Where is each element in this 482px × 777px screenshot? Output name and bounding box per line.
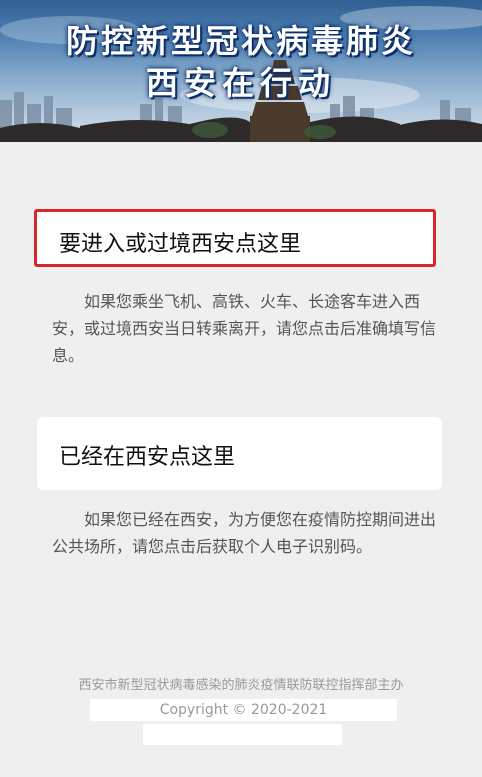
footer-blank-box [143,724,342,745]
enter-or-transit-label: 要进入或过境西安点这里 [59,232,302,257]
footer-organizer: 西安市新型冠状病毒感染的肺炎疫情联防联控指挥部主办 [78,678,404,693]
enter-or-transit-button[interactable]: 要进入或过境西安点这里 [34,209,436,267]
enter-or-transit-description: 如果您乘坐飞机、高铁、火车、长途客车进入西安，或过境西安当日转乘离开，请您点击后… [52,292,437,365]
already-in-xian-label: 已经在西安点这里 [59,445,236,470]
header-banner: 防控新型冠状病毒肺炎 西安在行动 [0,0,482,142]
banner-title-line2: 西安在行动 [145,64,336,102]
footer-copyright: Copyright © 2020-2021 [90,699,397,721]
banner-title-line1: 防控新型冠状病毒肺炎 [65,22,416,60]
already-in-xian-button[interactable]: 已经在西安点这里 [37,417,442,490]
already-in-xian-description: 如果您已经在西安，为方便您在疫情防控期间进出公共场所，请您点击后获取个人电子识别… [52,510,437,556]
